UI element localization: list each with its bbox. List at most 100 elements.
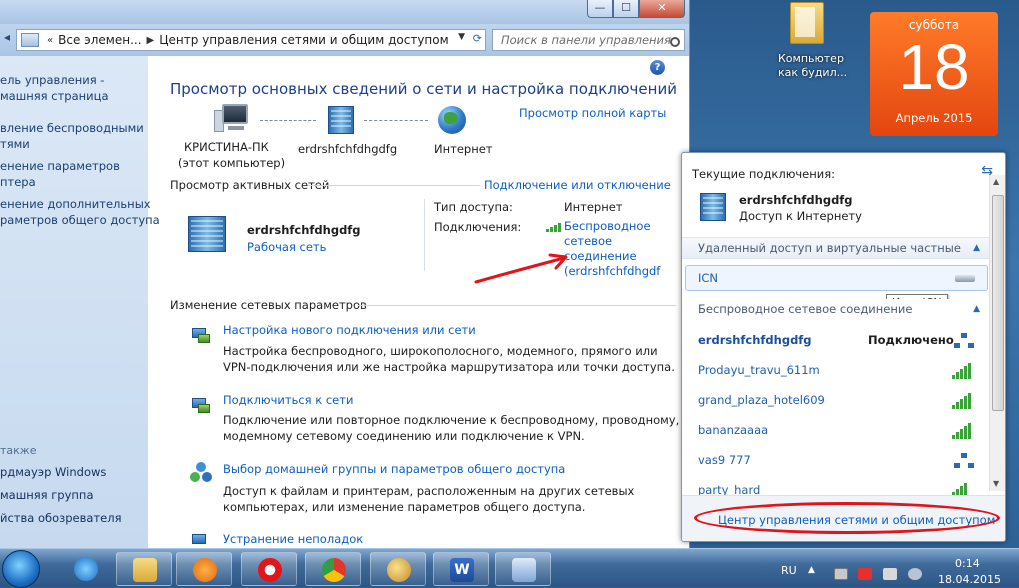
wifi-network-item[interactable]: Prodayu_travu_611m: [698, 363, 820, 377]
active-networks-header: Просмотр активных сетей: [170, 178, 330, 192]
map-connector: [364, 120, 428, 121]
taskbar-app-word[interactable]: W: [433, 552, 489, 586]
sidebar-item-sharing[interactable]: енение дополнительных: [0, 196, 151, 212]
breadcrumb-current[interactable]: Центр управления сетями и общим доступом: [159, 33, 448, 47]
desktop-shortcut-label[interactable]: Компьютер как будил...: [778, 52, 854, 80]
sidebar-item-adapter[interactable]: птера: [0, 174, 36, 190]
connect-disconnect-link[interactable]: Подключение или отключение: [484, 178, 671, 192]
vpn-group-header[interactable]: Удаленный доступ и виртуальные частные с…: [682, 237, 990, 275]
help-icon[interactable]: ?: [650, 60, 665, 75]
sidebar-item-adapter[interactable]: енение параметров: [0, 158, 120, 174]
internet-globe-icon: [438, 106, 466, 134]
refresh-icon[interactable]: ⟳: [473, 32, 482, 45]
divider: [358, 305, 676, 306]
scroll-down-icon[interactable]: ▼: [993, 479, 999, 488]
search-input[interactable]: Поиск в панели управления: [492, 29, 685, 51]
new-connection-icon: [190, 324, 212, 346]
address-bar[interactable]: « Все элемен... ▶ Центр управления сетям…: [16, 29, 486, 51]
access-type-label: Тип доступа:: [434, 200, 513, 214]
folder-icon[interactable]: [790, 2, 824, 44]
red-ellipse-annotation: [694, 502, 1000, 534]
taskbar-app-media[interactable]: [176, 552, 232, 586]
taskbar-app-paint[interactable]: [370, 552, 426, 586]
network-tray-icon[interactable]: [883, 568, 897, 580]
maximize-button[interactable]: ☐: [613, 0, 639, 18]
sidebar-item-home[interactable]: машняя страница: [0, 88, 109, 104]
sidebar-item-wireless[interactable]: вление беспроводными: [0, 120, 144, 136]
current-connection-name: erdrshfchfdhgdfg: [739, 193, 853, 207]
search-icon[interactable]: [670, 37, 680, 47]
sidebar-item-sharing[interactable]: раметров общего доступа: [0, 212, 160, 228]
calendar-month: Апрель 2015: [895, 111, 973, 125]
tray-app-icon[interactable]: [858, 568, 872, 580]
modem-icon: [955, 275, 975, 282]
volume-icon[interactable]: [908, 568, 922, 580]
task-homegroup-link[interactable]: Выбор домашней группы и параметров общег…: [223, 462, 565, 476]
page-title: Просмотр основных сведений о сети и наст…: [170, 80, 677, 98]
scroll-up-icon[interactable]: ▲: [993, 177, 999, 186]
start-button[interactable]: [2, 550, 40, 588]
network-type-link[interactable]: Рабочая сеть: [247, 240, 326, 254]
control-panel-window: — ☐ ✕ ◂ « Все элемен... ▶ Центр управлен…: [0, 0, 690, 548]
sidebar-item-wireless[interactable]: тями: [0, 136, 30, 152]
task-connect-link[interactable]: Подключиться к сети: [223, 393, 353, 407]
taskbar-app-chrome[interactable]: [305, 552, 361, 586]
minimize-button[interactable]: —: [587, 0, 613, 18]
back-arrow-icon[interactable]: ◂: [4, 30, 16, 48]
wifi-network-item[interactable]: vas9 777: [698, 453, 751, 467]
map-pc-note: (этот компьютер): [178, 156, 286, 170]
flyout-scrollbar[interactable]: ▲ ▼: [989, 175, 1005, 491]
wifi-network-item[interactable]: bananzaaaa: [698, 423, 768, 437]
task-desc: Подключение или повторное подключение к …: [223, 413, 680, 427]
opera-icon: [258, 558, 282, 582]
connections-label: Подключения:: [434, 220, 522, 234]
signal-icon: [546, 222, 561, 232]
wifi-network-item[interactable]: grand_plaza_hotel609: [698, 393, 825, 407]
task-desc: VPN-подключения или же настройка маршрут…: [223, 360, 675, 374]
taskbar-app-control-panel[interactable]: [495, 552, 551, 586]
clock-date[interactable]: 18.04.2015: [938, 573, 1001, 586]
dropdown-icon[interactable]: ▼: [458, 32, 465, 42]
map-network-name: erdrshfchfdhgdfg: [298, 142, 398, 156]
calendar-gadget[interactable]: суббота 18 Апрель 2015: [870, 12, 998, 136]
wifi-status: Подключено: [868, 333, 954, 347]
wifi-network-item[interactable]: erdrshfchfdhgdfg: [698, 333, 812, 347]
task-desc: модемному сетевому соединению или подклю…: [223, 429, 585, 443]
scroll-thumb[interactable]: [992, 195, 1004, 411]
sidebar-link-homegroup[interactable]: машняя группа: [0, 487, 94, 503]
sidebar-link-browser-options[interactable]: йства обозревателя: [0, 510, 122, 526]
language-indicator[interactable]: RU: [781, 564, 797, 577]
signal-icon: [952, 393, 971, 409]
navigation-bar: ◂ « Все элемен... ▶ Центр управления сет…: [0, 24, 689, 56]
task-new-connection-link[interactable]: Настройка нового подключения или сети: [223, 323, 476, 337]
ie-icon: [74, 557, 98, 581]
explorer-icon: [133, 558, 157, 582]
flag-icon[interactable]: [834, 568, 848, 580]
taskbar-app-explorer[interactable]: [116, 552, 172, 586]
task-troubleshoot-link[interactable]: Устранение неполадок: [223, 532, 363, 546]
sidebar: ель управления - машняя страница вление …: [0, 56, 160, 548]
wireless-connection-link[interactable]: Беспроводное сетевое соединение (erdrshf…: [564, 219, 660, 279]
current-connections-header: Текущие подключения:: [692, 167, 836, 181]
clock-time[interactable]: 0:14: [955, 557, 980, 570]
control-panel-icon: [21, 33, 39, 47]
full-map-link[interactable]: Просмотр полной карты: [519, 106, 666, 120]
vertical-divider: [424, 199, 425, 271]
calendar-day: 18: [898, 31, 970, 103]
breadcrumb-chevron-icon: ▶: [146, 34, 155, 46]
connect-network-icon: [190, 394, 212, 416]
breadcrumb-root[interactable]: Все элемен...: [58, 33, 141, 47]
vpn-item-icn[interactable]: ICN: [685, 265, 988, 291]
collapse-chevron-icon[interactable]: ▲: [973, 299, 980, 319]
collapse-chevron-icon[interactable]: ▲: [973, 238, 980, 258]
task-desc: компьютерах, или изменение параметров об…: [223, 500, 586, 514]
taskbar-app-opera[interactable]: [241, 552, 297, 586]
sidebar-item-home[interactable]: ель управления -: [0, 72, 104, 88]
close-button[interactable]: ✕: [639, 0, 685, 18]
taskbar-app-ie[interactable]: [58, 552, 112, 586]
wireless-group-header[interactable]: Беспроводное сетевое соединение ▲: [682, 299, 990, 321]
control-panel-icon: [512, 558, 536, 582]
sidebar-link-firewall[interactable]: рдмауэр Windows: [0, 464, 106, 480]
map-connector: [260, 120, 316, 121]
tray-expand-icon[interactable]: ▲: [808, 565, 815, 575]
